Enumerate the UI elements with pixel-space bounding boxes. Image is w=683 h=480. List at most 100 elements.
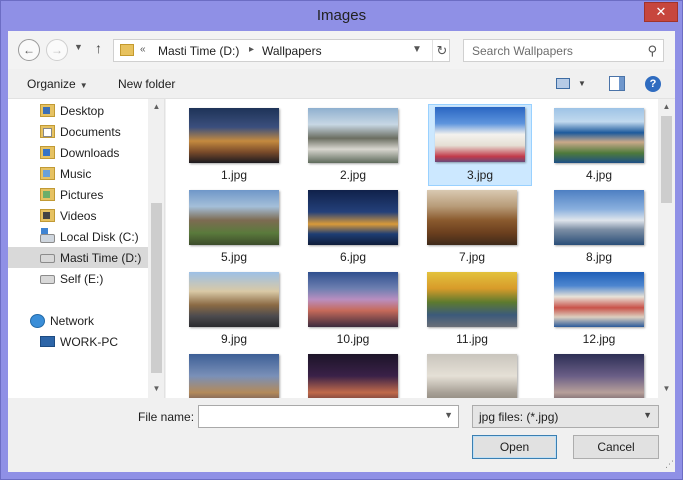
file-name: 8.jpg (585, 250, 613, 264)
pictures-folder-icon (40, 188, 55, 201)
nav-item-pictures[interactable]: Pictures (8, 184, 150, 205)
nav-item-label: Network (50, 313, 95, 328)
file-item-5[interactable]: 5.jpg (182, 188, 286, 268)
file-name: 2.jpg (339, 168, 367, 182)
file-list-scrollbar[interactable]: ▲ ▼ (658, 99, 675, 398)
file-item-14[interactable] (301, 352, 405, 398)
nav-item-label: Documents (60, 124, 121, 139)
file-item-11[interactable]: 11.jpg (420, 270, 524, 350)
file-item-1[interactable]: 1.jpg (182, 106, 286, 186)
preview-pane-icon[interactable] (609, 76, 625, 91)
file-item-3[interactable]: 3.jpg (428, 104, 532, 186)
thumbnail-image (554, 272, 644, 327)
file-item-9[interactable]: 9.jpg (182, 270, 286, 350)
navigation-pane[interactable]: Desktop Documents Downloads Music Pictur… (8, 99, 165, 398)
file-name: 11.jpg (456, 332, 488, 346)
file-item-6[interactable]: 6.jpg (301, 188, 405, 268)
scroll-up-icon[interactable]: ▲ (658, 102, 675, 111)
file-item-12[interactable]: 12.jpg (547, 270, 651, 350)
file-item-16[interactable] (547, 352, 651, 398)
file-list-view[interactable]: 1.jpg 2.jpg 3.jpg 4.jpg 5.jpg 6.jpg 7.jp… (166, 99, 658, 398)
title-bar[interactable]: Images ✕ (1, 1, 682, 31)
scroll-up-icon[interactable]: ▲ (148, 102, 164, 111)
nav-item-work-pc[interactable]: WORK-PC (8, 331, 150, 352)
nav-item-masti-time-d[interactable]: Masti Time (D:) (8, 247, 150, 268)
change-view-icon[interactable] (556, 78, 570, 89)
nav-pane-scroll-thumb[interactable] (151, 203, 162, 373)
breadcrumb-drive[interactable]: Masti Time (D:) (158, 44, 239, 58)
forward-button[interactable]: → (46, 39, 68, 61)
nav-item-downloads[interactable]: Downloads (8, 142, 150, 163)
chevron-down-icon: ▼ (79, 81, 88, 90)
search-input[interactable]: Search Wallpapers ⚲ (463, 39, 664, 62)
breadcrumb-overflow[interactable]: « (140, 44, 146, 55)
nav-pane-scrollbar[interactable]: ▲ ▼ (148, 99, 164, 398)
nav-item-self-e[interactable]: Self (E:) (8, 268, 150, 289)
file-item-15[interactable] (420, 352, 524, 398)
file-name-field[interactable]: ▼ (198, 405, 459, 428)
scroll-down-icon[interactable]: ▼ (658, 384, 675, 393)
nav-item-label: WORK-PC (60, 334, 118, 349)
recent-locations-button[interactable]: ▼ (74, 42, 83, 52)
back-button[interactable]: ← (18, 39, 40, 61)
file-item-13[interactable] (182, 352, 286, 398)
nav-item-label: Local Disk (C:) (60, 229, 139, 244)
refresh-button[interactable]: ↻ (432, 40, 451, 61)
nav-item-label: Pictures (60, 187, 104, 202)
thumbnail-image (308, 190, 398, 245)
nav-item-local-disk-c[interactable]: Local Disk (C:) (8, 226, 150, 247)
open-button[interactable]: Open (472, 435, 557, 459)
file-item-8[interactable]: 8.jpg (547, 188, 651, 268)
downloads-folder-icon (40, 146, 55, 159)
file-list-scroll-thumb[interactable] (661, 116, 672, 203)
cancel-button[interactable]: Cancel (573, 435, 659, 459)
file-item-2[interactable]: 2.jpg (301, 106, 405, 186)
nav-item-label: Self (E:) (60, 271, 104, 286)
new-folder-button[interactable]: New folder (118, 77, 175, 91)
thumbnail-image (427, 272, 517, 327)
organize-label: Organize (27, 77, 76, 91)
cancel-label: Cancel (597, 440, 635, 454)
file-item-7[interactable]: 7.jpg (420, 188, 524, 268)
open-label: Open (499, 440, 530, 454)
documents-folder-icon (40, 125, 55, 138)
nav-item-network[interactable]: Network (8, 310, 150, 331)
drive-icon (40, 275, 55, 284)
nav-item-videos[interactable]: Videos (8, 205, 150, 226)
up-button[interactable]: ↑ (95, 40, 102, 56)
breadcrumb-separator-icon[interactable]: ▸ (249, 44, 254, 55)
thumbnail-image (308, 354, 398, 398)
nav-item-documents[interactable]: Documents (8, 121, 150, 142)
close-button[interactable]: ✕ (644, 2, 678, 22)
thumbnail-image (189, 108, 279, 163)
desktop-folder-icon (40, 104, 55, 117)
open-file-dialog: Images ✕ ← → ▼ ↑ « Masti Time (D:) ▸ Wal… (0, 0, 683, 480)
thumbnail-image (554, 354, 644, 398)
file-name-label: File name: (138, 410, 195, 424)
nav-item-music[interactable]: Music (8, 163, 150, 184)
organize-menu[interactable]: Organize ▼ (27, 77, 88, 91)
breadcrumb-folder[interactable]: Wallpapers (262, 44, 322, 58)
view-options-chevron-icon[interactable]: ▼ (578, 79, 586, 88)
nav-item-label: Desktop (60, 103, 105, 118)
search-placeholder: Search Wallpapers (472, 44, 573, 58)
resize-grip-icon[interactable]: ⋰ (665, 459, 674, 470)
file-item-4[interactable]: 4.jpg (547, 106, 651, 186)
file-name: 1.jpg (220, 168, 248, 182)
address-row: ← → ▼ ↑ « Masti Time (D:) ▸ Wallpapers ▼… (8, 31, 675, 69)
nav-item-desktop[interactable]: Desktop (8, 100, 150, 121)
system-drive-icon (40, 228, 55, 243)
file-item-10[interactable]: 10.jpg (301, 270, 405, 350)
address-bar[interactable]: « Masti Time (D:) ▸ Wallpapers ▼ ↻ (113, 39, 450, 62)
nav-item-label: Downloads (60, 145, 120, 160)
address-dropdown-icon[interactable]: ▼ (412, 44, 422, 55)
window-title: Images (316, 7, 367, 24)
thumbnail-image (427, 354, 517, 398)
folder-icon (120, 44, 134, 56)
file-type-select[interactable]: jpg files: (*.jpg) ▼ (472, 405, 659, 428)
command-bar: Organize ▼ New folder ▼ ? (8, 69, 675, 99)
help-icon[interactable]: ? (645, 76, 661, 92)
file-name-dropdown-icon[interactable]: ▼ (444, 410, 453, 420)
thumbnail-image (554, 108, 644, 163)
scroll-down-icon[interactable]: ▼ (148, 384, 164, 393)
